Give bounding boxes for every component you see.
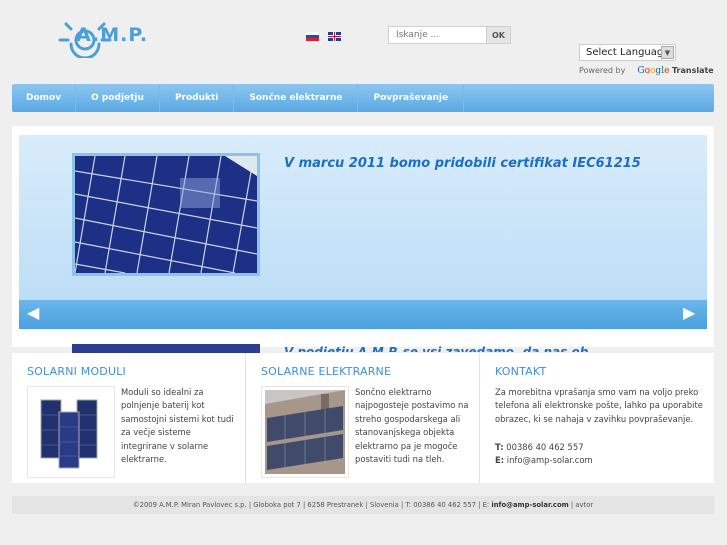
box-text: Sončno elektrarno najpogosteje postavimo… [355,387,469,465]
language-select-value: Select Language [586,47,670,58]
footer-text: ©2009 A.M.P. Miran Pavlovec s.p. | Globo… [132,501,490,509]
footer-separator: | [570,501,574,509]
search-form: OK [388,26,511,44]
box-contact: KONTAKT Za morebitna vprašanja smo vam n… [480,353,714,483]
nav-item-produkti[interactable]: Produkti [160,84,235,112]
main-nav: Domov O podjetju Produkti Sončne elektra… [12,84,714,112]
box-title[interactable]: SOLARNI MODULI [27,365,230,378]
slider-control-bar [19,300,707,329]
box-text: Moduli so idealni za polnjenje baterij k… [121,387,234,465]
solar-panel-photo [75,156,257,273]
google-translate-credit: Powered by Google Translate [579,66,714,76]
google-logo[interactable]: Google [637,66,669,76]
footer: ©2009 A.M.P. Miran Pavlovec s.p. | Globo… [12,496,714,514]
powered-by-label: Powered by [579,66,626,75]
translate-label: Translate [671,66,714,75]
next-slide-image [72,344,260,353]
flag-gb-icon[interactable] [328,32,341,41]
language-flags [306,32,341,41]
box-solar-modules: SOLARNI MODULI Moduli so idealni za poln… [12,353,246,483]
arrow-left-icon[interactable]: ◀ [27,303,39,322]
solar-roof-photo [265,390,345,474]
solar-modules-photo [31,390,111,474]
slide-title[interactable]: V marcu 2011 bomo pridobili certifikat I… [284,156,641,171]
footer-author-link[interactable]: avtor [575,501,593,509]
feature-boxes: SOLARNI MODULI Moduli so idealni za poln… [12,353,714,483]
solar-modules-image[interactable] [27,386,115,478]
search-input[interactable] [388,26,486,44]
contact-email[interactable]: E: info@amp-solar.com [495,454,593,467]
box-text: Za morebitna vprašanja smo vam na voljo … [495,387,703,424]
flag-si-icon[interactable] [306,32,319,41]
nav-item-domov[interactable]: Domov [12,84,77,112]
arrow-right-icon[interactable]: ▶ [683,303,695,322]
language-select[interactable]: Select Language ▼ [579,44,676,61]
nav-item-o-podjetju[interactable]: O podjetju [76,84,160,112]
nav-item-povprasevanje[interactable]: Povpraševanje [358,84,465,112]
contact-phone: T: 00386 40 462 557 [495,442,584,452]
search-button[interactable]: OK [486,26,511,44]
solar-plants-image[interactable] [261,386,349,478]
contact-details: T: 00386 40 462 557 E: info@amp-solar.co… [495,441,593,468]
slide-image-solar-panels[interactable] [72,153,260,276]
box-title[interactable]: KONTAKT [495,365,699,378]
footer-email-link[interactable]: info@amp-solar.com [491,501,568,509]
nav-item-soncne-elektrarne[interactable]: Sončne elektrarne [234,84,359,112]
chevron-down-icon[interactable]: ▼ [661,46,674,59]
box-solar-plants: SOLARNE ELEKTRARNE Sončno elektrarno naj… [246,353,480,483]
logo-text[interactable]: A.M.P. [76,24,148,46]
box-title[interactable]: SOLARNE ELEKTRARNE [261,365,464,378]
next-slide-title: V podjetju A.M.P. se vsi zavedamo, da na… [284,345,589,352]
